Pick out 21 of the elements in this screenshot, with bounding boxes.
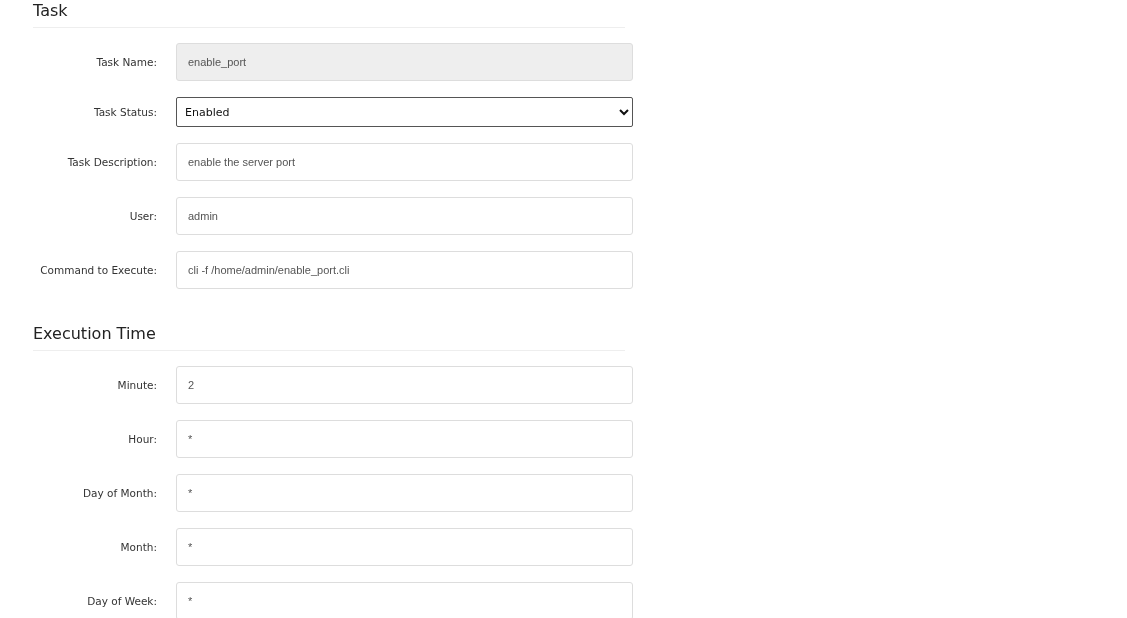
text-field[interactable]: * (176, 582, 633, 618)
field-label: Task Name: (95, 56, 158, 68)
field-label: User: (128, 210, 158, 222)
dropdown[interactable]: Enabled (176, 97, 633, 127)
field-label: Minute: (116, 379, 158, 391)
field-label: Hour: (127, 433, 158, 445)
section-title: Task (33, 0, 625, 28)
field-label: Task Status: (93, 106, 158, 118)
field-label: Day of Month: (82, 487, 158, 499)
field-label: Task Description: (66, 156, 158, 168)
field-label: Day of Week: (86, 595, 158, 607)
section-title: Execution Time (33, 323, 625, 351)
text-field[interactable]: admin (176, 197, 633, 235)
text-field[interactable]: * (176, 528, 633, 566)
text-field[interactable]: * (176, 474, 633, 512)
text-field[interactable]: cli -f /home/admin/enable_port.cli (176, 251, 633, 289)
field-label: Month: (119, 541, 158, 553)
field-label: Command to Execute: (39, 264, 158, 276)
text-field[interactable]: * (176, 420, 633, 458)
text-field[interactable]: enable the server port (176, 143, 633, 181)
text-field[interactable]: 2 (176, 366, 633, 404)
